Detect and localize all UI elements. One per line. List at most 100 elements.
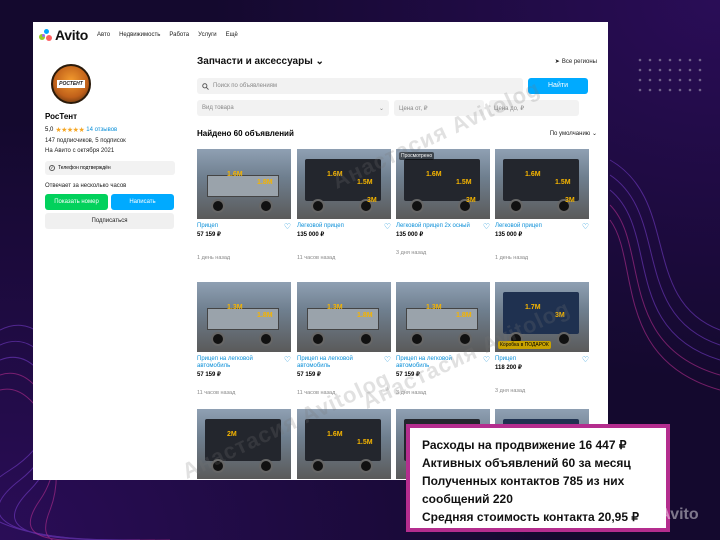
nav-link-services[interactable]: Услуги [198,32,216,38]
star-icons: ★★★★★ [55,127,85,134]
nav-link-more[interactable]: Ещё [226,32,238,38]
wheel-shape [410,199,424,213]
region-label: Все регионы [561,58,597,65]
listing-title-row: Легковой прицеп ♡ [297,223,391,231]
listing-price: 57 159 ₽ [197,372,221,378]
listing-card[interactable]: 1.6M 1.8M Прицеп ♡ 57 159 ₽ 1 день назад [197,149,291,261]
listing-title-row: Легковой прицеп 2х осный ♡ [396,223,490,231]
favorite-heart-icon[interactable]: ♡ [384,223,391,231]
favorite-heart-icon[interactable]: ♡ [582,223,589,231]
favorite-heart-icon[interactable]: ♡ [284,356,291,370]
subscribers-count: 147 подписчиков, 5 подписок [45,138,126,144]
listing-price: 135 000 ₽ [396,232,424,238]
dimension-label: 1.8M [357,312,373,319]
avito-dots-icon: ● [648,508,656,522]
chevron-down-icon: ⌄ [591,131,597,137]
category-row: Запчасти и аксессуары ⌄ ➤ Все регионы [197,56,597,67]
listing-title[interactable]: Прицеп на легковой автомобиль [197,356,277,370]
chevron-down-icon: ⌄ [315,56,324,67]
nav-link-auto[interactable]: Авто [97,32,110,38]
subscribe-button[interactable]: Подписаться [45,213,174,229]
dimension-label: 1.3M [327,304,343,311]
region-selector[interactable]: ➤ Все регионы [554,58,597,66]
dimension-label: 1.6M [426,171,442,178]
listing-title-row: Прицеп ♡ [197,223,291,231]
search-input[interactable]: Поиск по объявлениям [197,78,523,94]
wheel-shape [259,332,273,346]
avito-corner-logo: ● Avito [648,506,699,524]
listing-time: 3 дня назад [396,250,427,256]
search-icon [202,82,209,90]
stat-messages: сообщений 220 [422,492,513,506]
wheel-shape [211,332,225,346]
dimension-label: 1.6M [525,171,541,178]
write-message-button[interactable]: Написать [111,194,174,210]
seller-logo-text: РОСТЕНТ [57,80,85,88]
chevron-down-icon: ⌄ [378,105,384,112]
listing-title-row: Прицеп ♡ [495,356,589,364]
wheel-shape [359,459,373,473]
listing-title[interactable]: Прицеп [197,223,277,230]
dimension-label: 1.3M [227,304,243,311]
reviews-link[interactable]: 14 отзывов [86,127,117,133]
favorite-heart-icon[interactable]: ♡ [483,223,490,231]
avito-dots-icon [39,29,53,41]
listing-title[interactable]: Прицеп на легковой автомобиль [297,356,377,370]
dimension-label: 1.5M [555,179,571,186]
product-type-label: Вид товара [202,105,234,111]
nav-link-realty[interactable]: Недвижимость [119,32,160,38]
listing-time: 11 часов назад [297,255,336,261]
listing-price: 135 000 ₽ [495,232,523,238]
listing-time: 1 день назад [495,255,529,261]
listing-photo[interactable]: 1.6M 1.5M 3M [495,149,589,219]
listing-title[interactable]: Легковой прицеп [495,223,575,230]
nav-link-jobs[interactable]: Работа [169,32,189,38]
listing-price: 118 200 ₽ [495,365,522,371]
listing-photo[interactable]: 1.3M 1.8M [297,282,391,352]
listing-title[interactable]: Легковой прицеп 2х осный [396,223,476,230]
seller-name: РосТент [45,112,78,121]
location-arrow-icon: ➤ [554,59,560,65]
listing-photo[interactable]: 1.3M 1.8M [197,282,291,352]
show-phone-button[interactable]: Показать номер [45,194,108,210]
dimension-label: 3M [367,197,377,204]
results-summary: Найдено 60 объявлений По умолчанию ⌄ [197,129,597,138]
dimension-label: 1.8M [257,312,273,319]
wheel-shape [311,459,325,473]
listing-time: 3 дня назад [495,388,526,394]
listing-time: 1 день назад [197,255,231,261]
avito-profile-screenshot: Avito Авто Недвижимость Работа Услуги Ещ… [33,22,608,480]
seller-avatar[interactable]: РОСТЕНТ [51,64,91,104]
avito-corner-logo-text: Avito [659,506,699,523]
listing-card[interactable]: 1.3M 1.8M Прицеп на легковой автомобиль ♡ 57… [197,282,291,396]
dimension-label: 1.8M [257,179,273,186]
wheel-shape [259,459,273,473]
listing-title-row: Прицеп на легковой автомобиль ♡ [197,356,291,370]
logo-text: Avito [55,27,88,43]
listing-title[interactable]: Прицеп [495,356,575,363]
dimension-label: 3M [466,197,476,204]
wheel-shape [557,332,571,346]
wheel-shape [311,199,325,213]
category-dropdown[interactable]: Запчасти и аксессуары ⌄ [197,56,324,67]
wheel-shape [509,199,523,213]
listing-price: 135 000 ₽ [297,232,325,238]
wheel-shape [259,199,273,213]
favorite-heart-icon[interactable]: ♡ [582,356,589,364]
listing-photo[interactable]: 1.6M 1.8M [197,149,291,219]
sort-dropdown[interactable]: По умолчанию ⌄ [550,130,597,137]
stat-contacts: Полученных контактов 785 из них [422,474,625,488]
product-type-select[interactable]: Вид товара ⌄ [197,100,389,116]
search-placeholder: Поиск по объявлениям [213,83,278,89]
results-count: Найдено 60 объявлений [197,129,294,138]
dimension-label: 1.5M [456,179,472,186]
listing-card[interactable]: 1.6M 1.5M 3M Просмотрено Легковой прицеп 2х … [396,149,490,256]
avito-logo[interactable]: Avito [39,27,88,43]
dimension-label: 1.8M [456,312,472,319]
stat-cost-per-contact: Средняя стоимость контакта 20,95 ₽ [422,510,639,524]
promotion-stats-box: Расходы на продвижение 16 447 ₽ Активных… [406,424,670,532]
favorite-heart-icon[interactable]: ♡ [284,223,291,231]
top-navigation: Avito Авто Недвижимость Работа Услуги Ещ… [33,22,608,48]
listing-card[interactable]: 1.6M 1.5M 3M Легковой прицеп ♡ 135 000 ₽ 1 ден… [495,149,589,261]
listing-title[interactable]: Легковой прицеп [297,223,377,230]
